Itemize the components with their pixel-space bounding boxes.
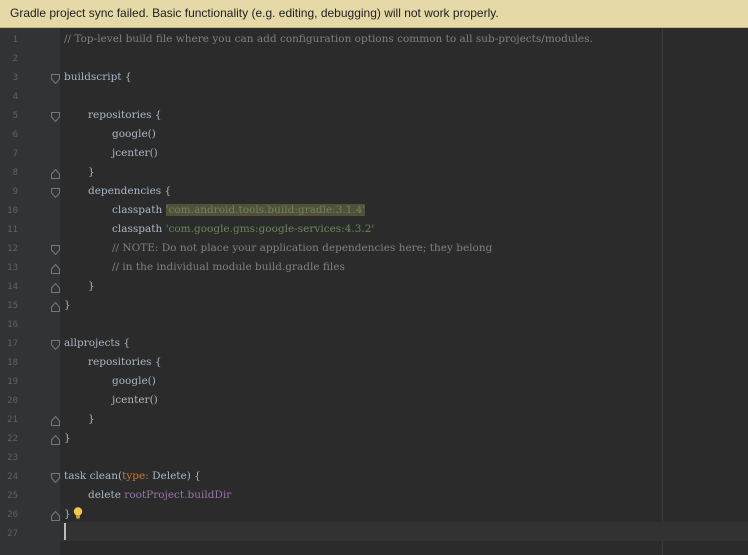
code-line-1[interactable]: // Top-level build file where you can ad… <box>64 30 593 49</box>
right-margin-guide <box>662 28 663 555</box>
line-number: 21 <box>7 415 18 425</box>
code-line-3[interactable]: buildscript { <box>64 68 132 87</box>
line-number: 22 <box>7 434 18 444</box>
line-number: 25 <box>7 491 18 501</box>
line-number: 4 <box>12 92 18 102</box>
fold-marker-icon[interactable] <box>51 74 60 84</box>
line-number: 13 <box>7 263 18 273</box>
line-number: 1 <box>12 35 18 45</box>
line-number: 2 <box>12 54 18 64</box>
line-number: 9 <box>12 187 18 197</box>
code-line-18[interactable]: repositories { <box>88 353 162 372</box>
dependency-string-highlighted: 'com.android.tools.build:gradle:3.1.4' <box>165 204 366 216</box>
line-number: 7 <box>12 149 18 159</box>
code-line-12[interactable]: // NOTE: Do not place your application d… <box>112 239 492 258</box>
code-line-21[interactable]: } <box>88 410 95 429</box>
build-dir-property: rootProject.buildDir <box>124 489 232 501</box>
fold-end-marker-icon[interactable] <box>51 302 60 312</box>
code-line-25[interactable]: delete rootProject.buildDir <box>88 486 231 505</box>
code-line-7[interactable]: jcenter() <box>112 144 158 163</box>
line-number: 24 <box>7 472 18 482</box>
code-line-22[interactable]: } <box>64 429 71 448</box>
named-param-label: type: <box>122 470 149 482</box>
text-caret <box>64 523 66 540</box>
line-number: 18 <box>7 358 18 368</box>
line-number: 14 <box>7 282 18 292</box>
code-line-5[interactable]: repositories { <box>88 106 162 125</box>
code-line-20[interactable]: jcenter() <box>112 391 158 410</box>
line-number: 27 <box>7 529 18 539</box>
ide-window: Gradle project sync failed. Basic functi… <box>0 0 748 555</box>
task-clean-text: task clean( <box>64 470 123 482</box>
fold-end-marker-icon[interactable] <box>51 511 60 521</box>
line-number: 17 <box>7 339 18 349</box>
current-line-highlight <box>60 522 748 541</box>
classpath-keyword: classpath <box>112 223 163 235</box>
classpath-keyword: classpath <box>112 204 163 216</box>
line-number: 5 <box>12 111 18 121</box>
task-type-text: Delete) { <box>148 470 201 482</box>
dependency-string: 'com.google.gms:google-services:4.3.2' <box>165 223 375 235</box>
fold-marker-icon[interactable] <box>51 340 60 350</box>
fold-marker-icon[interactable] <box>51 245 60 255</box>
line-number: 8 <box>12 168 18 178</box>
code-line-13[interactable]: // in the individual module build.gradle… <box>112 258 345 277</box>
line-number: 10 <box>7 206 18 216</box>
code-line-19[interactable]: google() <box>112 372 156 391</box>
line-number: 23 <box>7 453 18 463</box>
code-line-17[interactable]: allprojects { <box>64 334 130 353</box>
line-number: 15 <box>7 301 18 311</box>
code-line-10[interactable]: classpath 'com.android.tools.build:gradl… <box>112 201 366 220</box>
line-number: 11 <box>7 225 18 235</box>
fold-end-marker-icon[interactable] <box>51 435 60 445</box>
fold-end-marker-icon[interactable] <box>51 283 60 293</box>
delete-keyword: delete <box>88 489 121 501</box>
fold-end-marker-icon[interactable] <box>51 416 60 426</box>
fold-end-marker-icon[interactable] <box>51 169 60 179</box>
code-line-11[interactable]: classpath 'com.google.gms:google-service… <box>112 220 374 239</box>
fold-end-marker-icon[interactable] <box>51 264 60 274</box>
line-number: 26 <box>7 510 18 520</box>
lightbulb-icon[interactable] <box>71 506 85 520</box>
notification-message: Gradle project sync failed. Basic functi… <box>10 6 499 20</box>
code-line-8[interactable]: } <box>88 163 95 182</box>
line-number: 3 <box>12 73 18 83</box>
line-number: 16 <box>7 320 18 330</box>
line-number: 6 <box>12 130 18 140</box>
code-line-6[interactable]: google() <box>112 125 156 144</box>
code-line-26[interactable]: } <box>64 505 71 524</box>
fold-marker-icon[interactable] <box>51 112 60 122</box>
code-line-14[interactable]: } <box>88 277 95 296</box>
code-line-9[interactable]: dependencies { <box>88 182 171 201</box>
fold-marker-icon[interactable] <box>51 473 60 483</box>
line-number: 20 <box>7 396 18 406</box>
line-number: 19 <box>7 377 18 387</box>
sync-failed-notification: Gradle project sync failed. Basic functi… <box>0 0 748 28</box>
line-number: 12 <box>7 244 18 254</box>
code-line-15[interactable]: } <box>64 296 71 315</box>
code-line-24[interactable]: task clean(type: Delete) { <box>64 467 201 486</box>
fold-marker-icon[interactable] <box>51 188 60 198</box>
code-editor[interactable]: 1 2 3 4 5 6 7 8 9 10 11 12 13 14 15 16 17 18 19 20 21 22 23 24 2… <box>0 28 748 555</box>
